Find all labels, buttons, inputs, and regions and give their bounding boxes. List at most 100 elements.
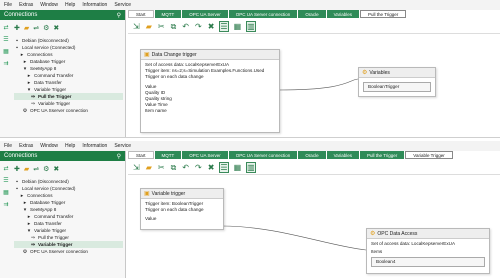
copy-icon[interactable]: ⧉ <box>171 163 177 173</box>
connection-icon[interactable]: ⇄ <box>3 166 8 172</box>
menu-extras[interactable]: Extras <box>19 143 33 149</box>
tree-item[interactable]: ▪ Local service (Connected) <box>14 44 123 51</box>
delete-icon[interactable]: ✖ <box>53 24 59 32</box>
tree-item[interactable]: ▪ Local service (Connected) <box>14 185 123 192</box>
tab-variable-trigger[interactable]: Variable Trigger <box>405 151 453 159</box>
menu-information[interactable]: Information <box>82 143 107 149</box>
settings-icon[interactable]: ⚙ <box>43 165 49 173</box>
cut-icon[interactable]: ✂ <box>158 22 165 31</box>
layout-icon[interactable]: ▥ <box>246 21 256 32</box>
menu-service[interactable]: Service <box>114 2 131 8</box>
tab-variables[interactable]: Variables <box>326 10 360 18</box>
tree-item[interactable]: ▪ Debian (Disconnected) <box>14 178 123 185</box>
tree-item[interactable]: ▸ Data Transfer <box>14 79 123 86</box>
open-icon[interactable]: ▰ <box>146 22 152 31</box>
tree-item-selected[interactable]: ⇒ Variable Trigger <box>14 241 123 248</box>
tree-item[interactable]: ▸ Command Transfer <box>14 213 123 220</box>
menu-help[interactable]: Help <box>65 2 75 8</box>
connection-icon[interactable]: ⇄ <box>3 25 8 31</box>
delete-icon[interactable]: ✖ <box>208 163 215 172</box>
tree-item[interactable]: ⚙ OPC UA Sserver connection <box>14 107 123 114</box>
redo-icon[interactable]: ↷ <box>195 22 202 31</box>
grid-view-icon[interactable]: ▦ <box>234 163 242 172</box>
cut-icon[interactable]: ✂ <box>158 163 165 172</box>
grid-icon[interactable]: ▦ <box>3 49 9 55</box>
folder-icon[interactable]: ▰ <box>24 24 29 32</box>
list-icon[interactable]: ☰ <box>3 37 8 43</box>
tab-pull-the-trigger[interactable]: Pull the Trigger <box>360 10 407 18</box>
menu-extras[interactable]: Extras <box>19 2 33 8</box>
list-view-icon[interactable]: ☰ <box>219 162 229 173</box>
menu-service[interactable]: Service <box>114 143 131 149</box>
add-icon[interactable]: ⇲ <box>133 22 140 31</box>
redo-icon[interactable]: ↷ <box>195 163 202 172</box>
undo-icon[interactable]: ↶ <box>182 163 189 172</box>
tab-opc-ua-server-connection[interactable]: OPC UA Server connection <box>228 10 298 18</box>
tree-item[interactable]: ▸ Data Transfer <box>14 220 123 227</box>
pin-icon[interactable]: ⚲ <box>117 153 121 160</box>
flow-canvas[interactable]: ▣ Data Change trigger Set of access data… <box>128 35 500 137</box>
tree-item[interactable]: ▸ Command Transfer <box>14 72 123 79</box>
new-icon[interactable]: ✚ <box>14 24 20 32</box>
list-view-icon[interactable]: ☰ <box>219 21 229 32</box>
copy-icon[interactable]: ⧉ <box>171 22 177 32</box>
tab-mqtt[interactable]: MQTT <box>154 151 182 159</box>
tab-opc-ua-server-connection[interactable]: OPC UA Server connection <box>228 151 298 159</box>
grid-icon[interactable]: ▦ <box>3 190 9 196</box>
item-entry[interactable]: Boolean4 <box>371 257 485 267</box>
pin-icon[interactable]: ⚲ <box>117 12 121 19</box>
variables-node[interactable]: ⚙ Variables BooleanTrigger <box>358 67 436 97</box>
link-icon[interactable]: ⇌ <box>33 24 39 32</box>
output-port[interactable]: Value <box>145 216 219 222</box>
tab-start[interactable]: Start <box>128 151 154 159</box>
tab-mqtt[interactable]: MQTT <box>154 10 182 18</box>
menu-file[interactable]: File <box>4 2 12 8</box>
opc-data-access-node[interactable]: ⚙ OPC Data Access Set of access data: Lo… <box>366 228 490 274</box>
variable-trigger-node[interactable]: ▣ Variable trigger Trigger item: Boolean… <box>140 188 224 230</box>
tree-item[interactable]: ▾ SeeMyApp 8 <box>14 206 123 213</box>
delete-icon[interactable]: ✖ <box>208 22 215 31</box>
tree-item[interactable]: ▸ Database Trigger <box>14 199 123 206</box>
tab-pull-the-trigger[interactable]: Pull the Trigger <box>360 151 405 159</box>
tab-opc-ua-server[interactable]: OPC UA Server <box>182 151 228 159</box>
tab-opc-ua-server[interactable]: OPC UA Server <box>182 10 228 18</box>
tree-item[interactable]: ⇒ Pull the Trigger <box>14 234 123 241</box>
tree-item[interactable]: ▸ Connections <box>14 51 123 58</box>
tree-item[interactable]: ⚙ OPC UA Sserver connection <box>14 248 123 255</box>
folder-icon[interactable]: ▰ <box>24 165 29 173</box>
flow-canvas[interactable]: ▣ Variable trigger Trigger item: Boolean… <box>128 176 500 278</box>
tree-item[interactable]: ▾ Variable Trigger <box>14 227 123 234</box>
menu-help[interactable]: Help <box>65 143 75 149</box>
tree-item[interactable]: ▾ SeeMyApp 8 <box>14 65 123 72</box>
open-icon[interactable]: ▰ <box>146 163 152 172</box>
menu-information[interactable]: Information <box>82 2 107 8</box>
menu-window[interactable]: Window <box>40 143 58 149</box>
list-icon[interactable]: ☰ <box>3 178 8 184</box>
tab-oracle[interactable]: Oracle <box>298 10 326 18</box>
tab-variables[interactable]: Variables <box>326 151 360 159</box>
link-icon[interactable]: ⇌ <box>33 165 39 173</box>
new-icon[interactable]: ✚ <box>14 165 20 173</box>
tree-item[interactable]: ▸ Database Trigger <box>14 58 123 65</box>
tree-item[interactable]: ▸ Connections <box>14 192 123 199</box>
menu-file[interactable]: File <box>4 143 12 149</box>
data-change-trigger-node[interactable]: ▣ Data Change trigger Set of access data… <box>140 49 280 133</box>
menu-window[interactable]: Window <box>40 2 58 8</box>
tree-item[interactable]: ▾ Variable Trigger <box>14 86 123 93</box>
tree-item-selected[interactable]: ⇒ Pull the Trigger <box>14 93 123 100</box>
tree-item[interactable]: ⇒ Variable Trigger <box>14 100 123 107</box>
grid-view-icon[interactable]: ▦ <box>234 22 242 31</box>
variable-item[interactable]: BooleanTrigger <box>363 82 431 92</box>
tab-oracle[interactable]: Oracle <box>298 151 326 159</box>
flow-icon[interactable]: ⇉ <box>3 61 8 67</box>
tab-start[interactable]: Start <box>128 10 154 18</box>
output-port[interactable]: Item name <box>145 108 275 114</box>
tree-item[interactable]: ▪ Debian (Disconnected) <box>14 37 123 44</box>
settings-icon[interactable]: ⚙ <box>43 24 49 32</box>
add-icon[interactable]: ⇲ <box>133 163 140 172</box>
layout-icon[interactable]: ▥ <box>246 162 256 173</box>
trigger-icon: ⇒ <box>30 100 36 107</box>
undo-icon[interactable]: ↶ <box>182 22 189 31</box>
flow-icon[interactable]: ⇉ <box>3 202 8 208</box>
delete-icon[interactable]: ✖ <box>53 165 59 173</box>
